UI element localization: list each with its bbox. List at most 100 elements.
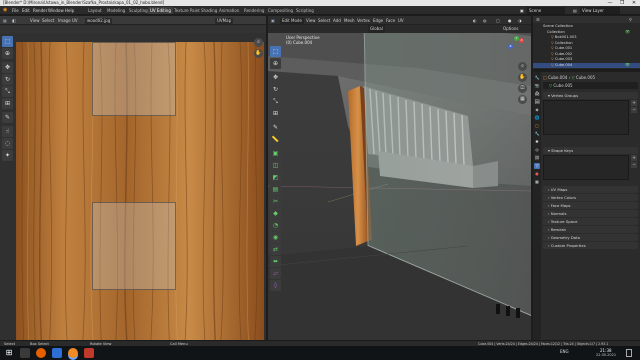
bevel-icon[interactable]: ◩ — [270, 172, 281, 183]
menu-window[interactable]: Window — [48, 6, 64, 15]
uv-editor[interactable]: ▦ ◧ View Select Image UV wood02.jpg UVMa… — [0, 16, 266, 356]
view-layer-tab-icon[interactable]: 🖼 — [534, 99, 540, 105]
outliner-row[interactable]: ▽ Cube.004 — [533, 62, 640, 68]
remove-shape-key-button[interactable]: − — [631, 162, 637, 168]
vp-menu-face[interactable]: Face — [386, 16, 395, 25]
vp-measure-icon[interactable]: 📏 — [270, 134, 281, 145]
vp-menu-mesh[interactable]: Mesh — [344, 16, 355, 25]
panel-shape-keys[interactable]: ▾ Shape Keys — [543, 147, 638, 154]
orientation-selector[interactable]: Global — [368, 25, 385, 33]
axis-y-icon[interactable]: Y — [514, 36, 519, 41]
relax-icon[interactable]: ◌ — [2, 138, 13, 149]
panel-uv-maps[interactable]: › UV Maps — [543, 186, 638, 193]
vp-move-icon[interactable]: ✥ — [270, 72, 281, 83]
blender-taskbar-icon[interactable] — [68, 348, 78, 358]
vp-menu-add[interactable]: Add — [333, 16, 341, 25]
axis-z-icon[interactable]: Z — [508, 44, 513, 49]
outliner[interactable]: ☰ ⚲ Scene Collection Collection ▽ Bok001… — [533, 16, 640, 70]
uv-island-top[interactable] — [92, 42, 176, 116]
pinch-icon[interactable]: ✦ — [2, 150, 13, 161]
scale-icon[interactable]: ⤡ — [2, 86, 13, 97]
vp-menu-vertex[interactable]: Vertex — [357, 16, 370, 25]
menu-render[interactable]: Render — [33, 6, 47, 15]
annotate-icon[interactable]: ✎ — [2, 112, 13, 123]
shear-icon[interactable]: ▱ — [270, 268, 281, 279]
particles-tab-icon[interactable]: ✺ — [534, 139, 540, 145]
vp-shading-icon[interactable]: ◐ — [473, 16, 477, 25]
3d-viewport[interactable]: ▣ Edit Mode View Select Add Mesh Vertex … — [268, 16, 531, 340]
tool-tab-icon[interactable]: 🔧 — [534, 75, 540, 81]
tab-layout[interactable]: Layout — [86, 7, 104, 14]
mesh-data-tab-icon[interactable]: ▽ — [534, 163, 540, 169]
vp-material-shading-icon[interactable]: ◑ — [518, 16, 522, 25]
panel-remesh[interactable]: › Remesh — [543, 226, 638, 233]
mode-selector[interactable]: Edit Mode — [280, 17, 304, 24]
uv-menu-uv[interactable]: UV — [72, 16, 78, 25]
viewport-editor-type-icon[interactable]: ▣ — [271, 16, 275, 25]
image-selector[interactable]: wood02.jpg — [85, 17, 113, 24]
vp-menu-view[interactable]: View — [306, 16, 316, 25]
filter-icon[interactable]: ⚲ — [629, 16, 632, 23]
vp-scale-icon[interactable]: ⤡ — [270, 96, 281, 107]
panel-vertex-colors[interactable]: › Vertex Colors — [543, 194, 638, 201]
media-icon[interactable] — [84, 348, 94, 358]
explorer-icon[interactable] — [20, 348, 30, 358]
vp-menu-edge[interactable]: Edge — [373, 16, 383, 25]
mesh-data-field[interactable]: ▽ Cube.005 — [543, 82, 638, 89]
tab-animation[interactable]: Animation — [217, 7, 241, 14]
panel-texture-space[interactable]: › Texture Space — [543, 218, 638, 225]
tab-uv-editing[interactable]: UV Editing — [148, 7, 173, 14]
panel-vertex-groups[interactable]: ▾ Vertex Groups — [543, 92, 638, 99]
vp-solid-shading-icon[interactable]: ● — [508, 16, 512, 25]
move-icon[interactable]: ✥ — [2, 62, 13, 73]
windows-start-icon[interactable]: ⊞ — [4, 348, 14, 358]
uv-zoom-icon[interactable]: ⌕ — [254, 38, 263, 47]
tab-sculpting[interactable]: Sculpting — [127, 7, 150, 14]
visibility-icon[interactable]: 👁 — [625, 62, 630, 67]
menu-help[interactable]: Help — [65, 6, 74, 15]
vp-cursor-icon[interactable]: ⊕ — [270, 58, 281, 69]
visibility-icon[interactable]: 👁 — [625, 29, 630, 34]
loop-cut-icon[interactable]: ▤ — [270, 184, 281, 195]
camera-icon[interactable]: ⎚ — [518, 84, 527, 93]
tab-texture-paint[interactable]: Texture Paint — [172, 7, 202, 14]
knife-icon[interactable]: ✂ — [270, 196, 281, 207]
navigation-gizmo[interactable]: X Y Z — [506, 36, 526, 56]
shrink-fatten-icon[interactable]: ⬌ — [270, 256, 281, 267]
vp-transform-icon[interactable]: ⊞ — [270, 108, 281, 119]
uv-select-mode-icon[interactable]: ◧ — [12, 16, 16, 25]
panel-geometry-data[interactable]: › Geometry Data — [543, 234, 638, 241]
blender-logo-icon[interactable]: ◉ — [3, 6, 7, 15]
tab-scripting[interactable]: Scripting — [294, 7, 316, 14]
inset-icon[interactable]: ◫ — [270, 160, 281, 171]
uv-island-bottom[interactable] — [92, 202, 176, 290]
firefox-icon[interactable] — [36, 348, 46, 358]
extrude-icon[interactable]: ▣ — [270, 148, 281, 159]
zoom-icon[interactable]: ⌕ — [518, 62, 527, 71]
remove-vertex-group-button[interactable]: − — [631, 107, 637, 113]
options-dropdown[interactable]: Options — [503, 25, 518, 33]
app-icon[interactable] — [52, 348, 62, 358]
uv-menu-select[interactable]: Select — [42, 16, 54, 25]
pan-icon[interactable]: ✋ — [518, 73, 527, 82]
scene-tab-icon[interactable]: ◈ — [534, 107, 540, 113]
add-vertex-group-button[interactable]: + — [631, 100, 637, 106]
menu-edit[interactable]: Edit — [22, 6, 30, 15]
vp-menu-uv[interactable]: UV — [398, 16, 404, 25]
smooth-icon[interactable]: ◉ — [270, 232, 281, 243]
axis-x-icon[interactable]: X — [519, 38, 524, 43]
poly-build-icon[interactable]: ◆ — [270, 208, 281, 219]
modifier-tab-icon[interactable]: 🔧 — [534, 131, 540, 137]
perspective-toggle-icon[interactable]: ▦ — [518, 95, 527, 104]
transform-icon[interactable]: ⊞ — [2, 98, 13, 109]
uvmap-selector[interactable]: UVMap — [215, 17, 234, 24]
uv-menu-view[interactable]: View — [30, 16, 40, 25]
tab-modeling[interactable]: Modeling — [105, 7, 127, 14]
vp-overlay-icon[interactable]: ◍ — [483, 16, 487, 25]
render-tab-icon[interactable]: 📷 — [534, 83, 540, 89]
clock-date[interactable]: 22.05.2021 — [596, 353, 616, 357]
tab-rendering[interactable]: Rendering — [242, 7, 266, 14]
panel-normals[interactable]: › Normals — [543, 210, 638, 217]
select-box-icon[interactable]: ⬚ — [2, 36, 13, 47]
vp-menu-select[interactable]: Select — [318, 16, 330, 25]
